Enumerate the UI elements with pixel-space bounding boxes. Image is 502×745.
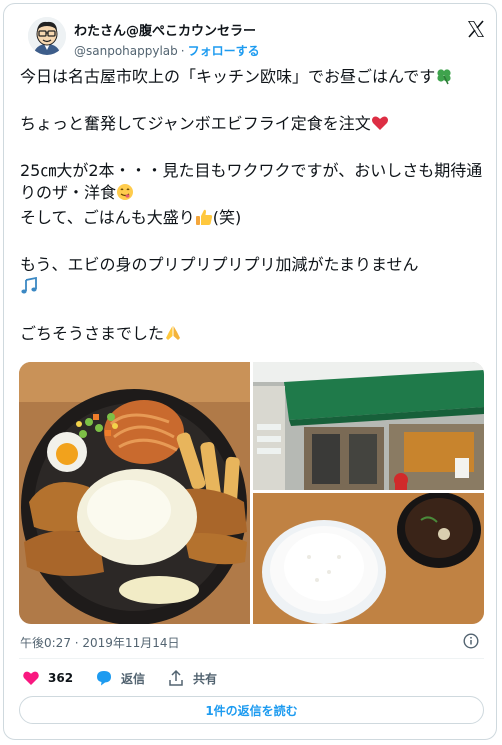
tweet-line-4-suffix: (笑) (212, 208, 242, 227)
photo-rice-soup[interactable] (253, 492, 484, 624)
tweet-line-5: もう、エビの身のプリプリプリプリ加減がたまりません (20, 255, 419, 274)
follow-link[interactable]: フォローする (188, 44, 260, 58)
tweet-line-6: ごちそうさまでした (20, 324, 165, 343)
read-replies-button[interactable]: 1件の返信を読む (19, 696, 484, 724)
author-display-name[interactable]: わたさん@腹ぺこカウンセラー (74, 20, 256, 39)
author-handle-row: @sanpohappylab · フォローする (74, 42, 260, 59)
clover-icon (435, 67, 453, 91)
tweet-line-1: 今日は名古屋市吹上の「キッチン欧味」でお昼ごはんです (20, 67, 436, 86)
media-grid (19, 362, 484, 624)
tweet-line-4: そして、ごはんも大盛り (20, 208, 195, 227)
info-icon[interactable] (463, 633, 479, 649)
share-label: 共有 (193, 671, 218, 686)
share-icon (169, 669, 183, 686)
thumbs-up-icon (195, 208, 213, 232)
tweet-timestamp[interactable]: 午後0:27 · 2019年11月14日 (20, 634, 179, 651)
share-button[interactable]: 共有 (167, 669, 217, 687)
tweet-line-2: ちょっと奮発してジャンボエビフライ定食を注文 (20, 114, 371, 133)
photo-shrimp-plate[interactable] (19, 362, 250, 624)
heart-filled-icon (23, 671, 39, 685)
reply-button[interactable]: 返信 (95, 669, 145, 687)
x-logo-icon[interactable] (466, 19, 486, 39)
tweet-line-3: 25㎝大が2本・・・見た目もワクワクですが、おいしさも期待通りのザ・洋食 (20, 161, 483, 202)
separator-dot: · (180, 44, 185, 58)
tweet-text: 今日は名古屋市吹上の「キッチン欧味」でお昼ごはんです ちょっと奮発してジャンボエ… (20, 66, 485, 348)
reply-bubble-icon (97, 671, 111, 686)
yum-face-icon (116, 183, 134, 207)
author-handle[interactable]: @sanpohappylab (74, 44, 178, 58)
reply-label: 返信 (121, 671, 146, 686)
divider (19, 658, 484, 659)
heart-icon (371, 114, 389, 138)
folded-hands-icon (164, 324, 182, 348)
photo-shop-exterior[interactable] (253, 362, 484, 490)
like-count: 362 (48, 671, 74, 685)
like-button[interactable]: 362 (22, 669, 73, 687)
musical-notes-icon (20, 276, 38, 301)
avatar[interactable] (28, 17, 66, 55)
